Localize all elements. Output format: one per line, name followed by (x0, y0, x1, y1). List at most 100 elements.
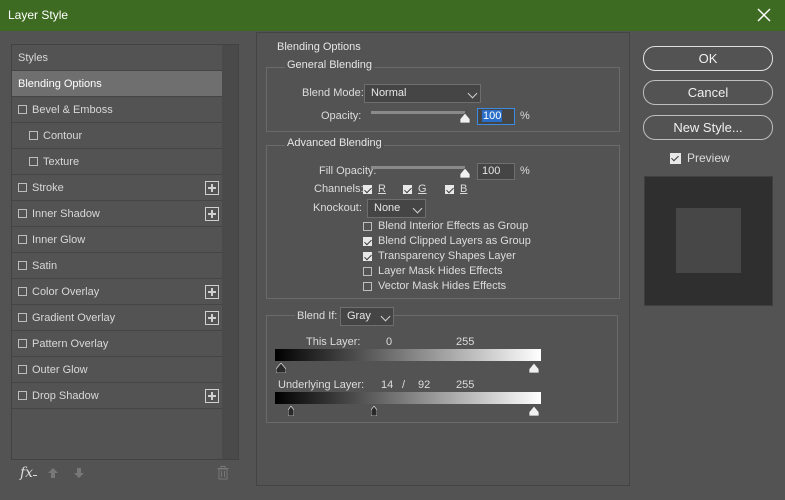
style-item-drop-shadow[interactable]: Drop Shadow (12, 383, 223, 409)
style-item-outer-glow[interactable]: Outer Glow (12, 357, 223, 383)
style-item-checkbox[interactable] (18, 391, 27, 400)
new-style-button[interactable]: New Style... (643, 115, 773, 140)
styles-footer: fx (11, 462, 239, 486)
underlying-mid: 92 (418, 379, 431, 391)
this-layer-white-thumb[interactable] (529, 363, 539, 373)
this-layer-label: This Layer: (306, 336, 361, 348)
ok-button[interactable]: OK (643, 46, 773, 71)
opacity-input[interactable]: 100 (477, 108, 515, 125)
style-item-label: Drop Shadow (32, 389, 99, 402)
option-blend-clipped[interactable]: Blend Clipped Layers as Group (363, 235, 531, 247)
style-item-blending-options[interactable]: Blending Options (12, 71, 223, 97)
underlying-black-right-thumb[interactable] (371, 406, 377, 416)
style-item-styles[interactable]: Styles (12, 45, 223, 71)
fill-opacity-slider-thumb[interactable] (460, 168, 470, 178)
underlying-layer-label: Underlying Layer: (278, 379, 365, 391)
move-up-icon[interactable] (47, 467, 59, 479)
option-blend-clipped-label: Blend Clipped Layers as Group (378, 235, 531, 247)
underlying-black-left-thumb[interactable] (288, 406, 294, 416)
cancel-button[interactable]: Cancel (643, 80, 773, 105)
blend-if-select[interactable]: Gray (340, 307, 394, 326)
channel-r-label: R (378, 183, 386, 195)
this-layer-gradient[interactable] (275, 349, 541, 361)
knockout-label: Knockout: (313, 202, 362, 214)
add-icon[interactable] (205, 207, 219, 221)
channel-b-label: B (460, 183, 468, 195)
option-vector-mask-hides-checkbox[interactable] (363, 281, 372, 291)
style-item-stroke[interactable]: Stroke (12, 175, 223, 201)
fx-button[interactable]: fx (20, 465, 33, 481)
underlying-layer-gradient[interactable] (275, 392, 541, 404)
style-item-texture[interactable]: Texture (12, 149, 223, 175)
style-item-label: Blending Options (18, 77, 102, 90)
blend-if-value: Gray (347, 310, 371, 322)
fill-opacity-input[interactable]: 100 (477, 163, 515, 180)
option-vector-mask-hides[interactable]: Vector Mask Hides Effects (363, 280, 506, 292)
channel-g-checkbox[interactable] (403, 184, 412, 194)
fill-opacity-slider-track[interactable] (371, 166, 465, 169)
preview-toggle[interactable]: Preview (670, 151, 730, 165)
style-item-inner-shadow[interactable]: Inner Shadow (12, 201, 223, 227)
opacity-slider-thumb[interactable] (460, 113, 470, 123)
channel-r[interactable]: R (363, 183, 386, 195)
option-blend-interior[interactable]: Blend Interior Effects as Group (363, 220, 528, 232)
style-item-checkbox[interactable] (18, 105, 27, 114)
close-icon[interactable] (755, 5, 773, 25)
add-icon[interactable] (205, 389, 219, 403)
style-item-label: Gradient Overlay (32, 311, 116, 324)
style-item-satin[interactable]: Satin (12, 253, 223, 279)
style-item-gradient-overlay[interactable]: Gradient Overlay (12, 305, 223, 331)
option-layer-mask-hides-checkbox[interactable] (363, 266, 372, 276)
style-item-inner-glow[interactable]: Inner Glow (12, 227, 223, 253)
style-item-contour[interactable]: Contour (12, 123, 223, 149)
add-icon[interactable] (205, 285, 219, 299)
style-preview-swatch (676, 208, 741, 273)
style-item-checkbox[interactable] (29, 157, 38, 166)
knockout-select[interactable]: None (367, 199, 426, 218)
chevron-down-icon (380, 311, 391, 322)
channel-r-checkbox[interactable] (363, 184, 372, 194)
this-layer-black-thumb[interactable] (276, 363, 286, 373)
option-layer-mask-hides[interactable]: Layer Mask Hides Effects (363, 265, 503, 277)
styles-scrollbar[interactable] (222, 45, 238, 459)
style-item-checkbox[interactable] (18, 313, 27, 322)
preview-checkbox[interactable] (670, 152, 681, 164)
style-item-label: Color Overlay (32, 285, 100, 298)
style-item-checkbox[interactable] (18, 339, 27, 348)
option-transparency-shapes[interactable]: Transparency Shapes Layer (363, 250, 516, 262)
blending-options-panel: Blending Options General Blending Blend … (256, 32, 630, 486)
fill-opacity-value: 100 (482, 165, 501, 177)
style-item-checkbox[interactable] (29, 131, 38, 140)
option-transparency-shapes-checkbox[interactable] (363, 251, 372, 261)
underlying-white-thumb[interactable] (529, 406, 539, 416)
style-item-checkbox[interactable] (18, 261, 27, 270)
opacity-slider-track[interactable] (371, 111, 465, 114)
style-item-pattern-overlay[interactable]: Pattern Overlay (12, 331, 223, 357)
add-icon[interactable] (205, 311, 219, 325)
option-blend-clipped-checkbox[interactable] (363, 236, 372, 246)
option-blend-interior-checkbox[interactable] (363, 221, 372, 231)
option-layer-mask-hides-label: Layer Mask Hides Effects (378, 265, 503, 277)
underlying-sep: / (402, 379, 406, 391)
style-item-checkbox[interactable] (18, 287, 27, 296)
style-item-checkbox[interactable] (18, 209, 27, 218)
general-blending-group: General Blending Blend Mode: Normal Opac… (266, 59, 620, 132)
this-layer-high: 255 (456, 336, 475, 348)
channel-b[interactable]: B (445, 183, 467, 195)
style-item-label: Outer Glow (32, 363, 88, 376)
style-item-label: Pattern Overlay (32, 337, 109, 350)
add-icon[interactable] (205, 181, 219, 195)
fill-opacity-label: Fill Opacity: (319, 165, 377, 177)
style-item-color-overlay[interactable]: Color Overlay (12, 279, 223, 305)
channel-b-checkbox[interactable] (445, 184, 454, 194)
style-item-checkbox[interactable] (18, 235, 27, 244)
style-item-checkbox[interactable] (18, 365, 27, 374)
channel-g[interactable]: G (403, 183, 427, 195)
opacity-value: 100 (482, 110, 503, 122)
style-item-bevel-emboss[interactable]: Bevel & Emboss (12, 97, 223, 123)
blend-mode-select[interactable]: Normal (364, 84, 481, 103)
style-item-checkbox[interactable] (18, 183, 27, 192)
trash-icon[interactable] (217, 466, 229, 480)
move-down-icon[interactable] (73, 467, 85, 479)
channels-label: Channels: (314, 183, 364, 195)
